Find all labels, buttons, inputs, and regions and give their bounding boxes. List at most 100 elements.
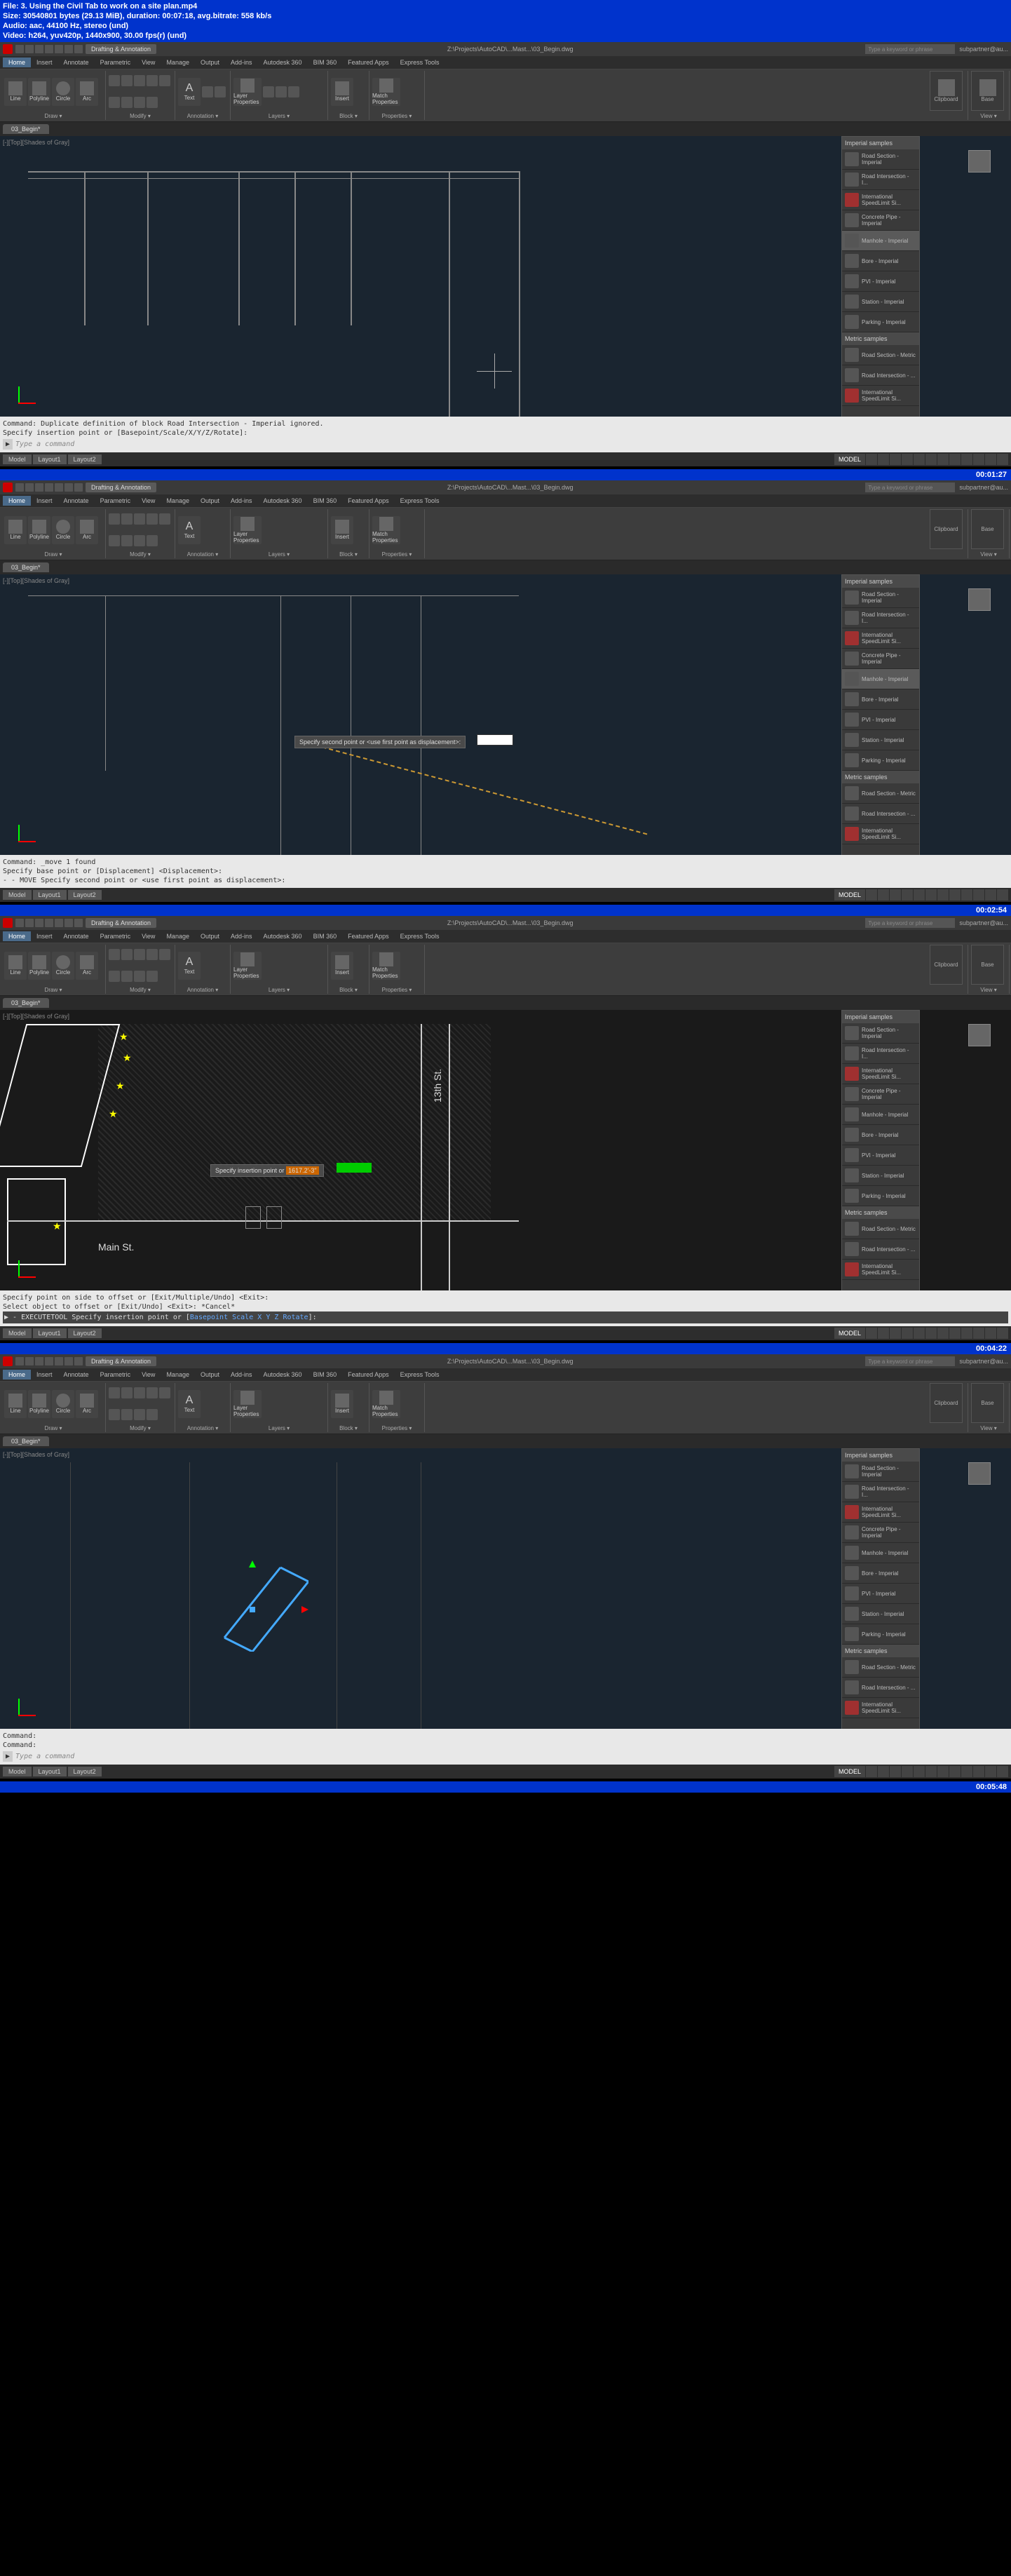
layer-icon[interactable] [288,86,299,97]
line-button[interactable]: Line [4,78,27,106]
drawing-canvas[interactable]: [-][Top][Shades of Gray] Imperial sample… [0,1448,1011,1729]
autocad-logo-icon[interactable] [3,483,13,492]
modify-icon[interactable] [159,75,170,86]
modify-icon[interactable] [147,75,158,86]
drawing-canvas[interactable]: [-][Top][Shades of Gray] ★ ★ ★ ★ ★ Main … [0,1010,1011,1290]
status-tool-icon[interactable] [914,454,925,465]
clipboard-panel[interactable]: Clipboard [930,509,963,549]
layer-icon[interactable] [263,86,274,97]
tab-view[interactable]: View [136,496,161,506]
status-tool-icon[interactable] [961,454,972,465]
group-view-label[interactable]: View ▾ [971,112,1006,120]
palette-item[interactable]: Road Section - Metric [842,345,919,365]
layer-icon[interactable] [276,86,287,97]
modify-icon[interactable] [109,97,120,108]
arc-button[interactable]: Arc [76,516,98,544]
tab-insert[interactable]: Insert [31,496,58,506]
palette-item[interactable]: Road Intersection - ... [842,365,919,386]
tab-manage[interactable]: Manage [161,496,195,506]
drawing-canvas[interactable]: [-][Top][Shades of Gray] Specify second … [0,574,1011,855]
tab-home[interactable]: Home [3,58,31,67]
user-menu[interactable]: subpartner@au... [959,1358,1008,1365]
tab-manage[interactable]: Manage [161,58,195,67]
status-tool-icon[interactable] [973,454,984,465]
modify-icon[interactable] [134,75,145,86]
tab-a360[interactable]: Autodesk 360 [258,58,308,67]
cmd-input[interactable]: Type a command [15,1752,74,1761]
modify-icon[interactable] [121,75,133,86]
status-tool-icon[interactable] [890,454,901,465]
selected-block-icon[interactable] [210,1553,308,1652]
tab-home[interactable]: Home [3,496,31,506]
tab-express[interactable]: Express Tools [395,58,445,67]
polyline-button[interactable]: Polyline [28,78,50,106]
insert-button[interactable]: Insert [331,516,353,544]
text-button[interactable]: AText [178,78,201,106]
tab-featured[interactable]: Featured Apps [342,58,395,67]
tab-home[interactable]: Home [3,1370,31,1380]
tab-output[interactable]: Output [195,496,225,506]
palette-item[interactable]: Station - Imperial [842,292,919,312]
group-block-label[interactable]: Block ▾ [331,112,366,120]
palette-item[interactable]: Parking - Imperial [842,312,919,332]
quick-access-toolbar[interactable] [15,483,83,492]
palette-item[interactable]: International SpeedLimit Si... [842,190,919,210]
quick-access-toolbar[interactable] [15,1357,83,1365]
file-tab-active[interactable]: 03_Begin* [3,124,49,134]
arc-button[interactable]: Arc [76,78,98,106]
tab-view[interactable]: View [136,58,161,67]
modify-icon[interactable] [121,97,133,108]
tab-parametric[interactable]: Parametric [95,58,137,67]
autocad-logo-icon[interactable] [3,918,13,928]
base-panel[interactable]: Base [971,71,1004,111]
tab-a360[interactable]: Autodesk 360 [258,496,308,506]
tab-addins[interactable]: Add-ins [225,58,258,67]
command-line[interactable]: Command: Command: ▶Type a command [0,1729,1011,1765]
palette-item[interactable]: Road Intersection - I... [842,170,919,190]
tab-express[interactable]: Express Tools [395,496,445,506]
tab-parametric[interactable]: Parametric [95,496,137,506]
tab-output[interactable]: Output [195,58,225,67]
user-menu[interactable]: subpartner@au... [959,919,1008,926]
palette-item[interactable]: PVI - Imperial [842,271,919,292]
viewcube[interactable] [962,1017,997,1052]
search-input[interactable]: Type a keyword or phrase [865,44,955,54]
group-annotation-label[interactable]: Annotation ▾ [178,112,227,120]
viewport-label[interactable]: [-][Top][Shades of Gray] [3,577,69,584]
modify-icon[interactable] [147,97,158,108]
tab-featured[interactable]: Featured Apps [342,496,395,506]
palette-item[interactable]: Concrete Pipe - Imperial [842,210,919,231]
tab-home[interactable]: Home [3,931,31,941]
tool-palette[interactable]: Imperial samples Road Section - Imperial… [841,1448,920,1729]
user-menu[interactable]: subpartner@au... [959,46,1008,53]
file-tab-active[interactable]: 03_Begin* [3,562,49,572]
drawing-canvas[interactable]: [-][Top][Shades of Gray] Imperial sample… [0,136,1011,417]
layout-tab[interactable]: Layout2 [68,454,102,464]
group-draw-label[interactable]: Draw ▾ [4,112,102,120]
viewport-label[interactable]: [-][Top][Shades of Gray] [3,139,69,146]
modify-icon[interactable] [109,75,120,86]
text-button[interactable]: AText [178,516,201,544]
polyline-button[interactable]: Polyline [28,516,50,544]
status-tool-icon[interactable] [949,454,961,465]
status-tool-icon[interactable] [878,454,889,465]
match-props-button[interactable]: Match Properties [372,516,400,544]
search-input[interactable]: Type a keyword or phrase [865,1356,955,1366]
tab-bim360[interactable]: BIM 360 [308,58,343,67]
circle-button[interactable]: Circle [52,78,74,106]
quick-access-toolbar[interactable] [15,919,83,927]
group-properties-label[interactable]: Properties ▾ [372,112,421,120]
modify-icon[interactable] [134,97,145,108]
insert-button[interactable]: Insert [331,78,353,106]
layer-props-button[interactable]: Layer Properties [233,516,262,544]
line-button[interactable]: Line [4,516,27,544]
status-tool-icon[interactable] [937,454,949,465]
layer-props-button[interactable]: Layer Properties [233,78,262,106]
cmd-input[interactable]: Type a command [15,440,74,449]
model-tab[interactable]: Model [3,454,32,464]
palette-item[interactable]: Road Section - Imperial [842,149,919,170]
base-panel[interactable]: Base [971,509,1004,549]
viewcube[interactable] [962,581,997,616]
status-tool-icon[interactable] [925,454,937,465]
search-input[interactable]: Type a keyword or phrase [865,483,955,492]
